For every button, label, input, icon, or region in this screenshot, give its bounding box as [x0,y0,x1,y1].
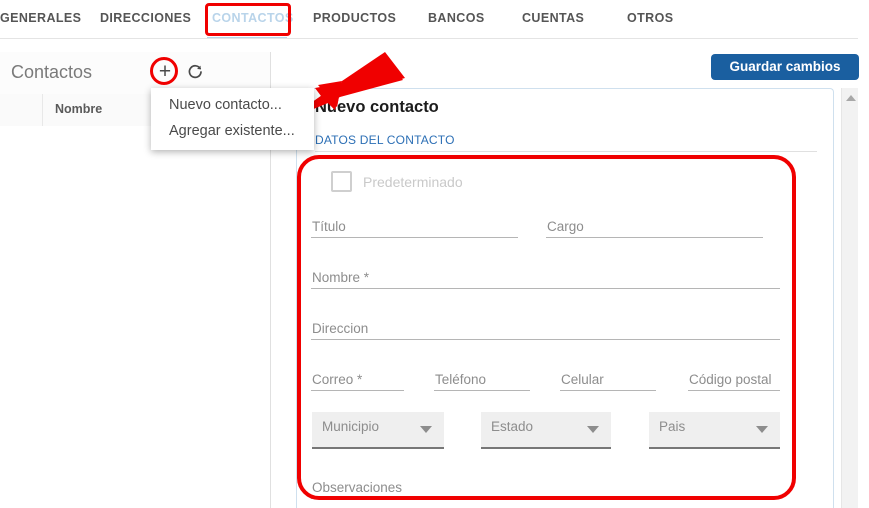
tab-productos[interactable]: PRODUCTOS [313,11,396,25]
codigo-postal-label: Código postal [689,372,772,387]
nombre-label: Nombre * [312,270,370,285]
refresh-icon[interactable] [186,63,204,81]
form-scrollbar[interactable] [841,88,859,508]
add-contact-dropdown-menu: Nuevo contacto... Agregar existente... [151,88,314,150]
table-column-select [0,94,43,126]
codigo-postal-field[interactable]: Código postal [688,359,780,391]
menu-item-agregar-existente[interactable]: Agregar existente... [151,118,314,144]
estado-value: Estado [491,419,534,434]
window-right-edge [858,0,869,508]
chevron-down-icon [756,426,768,433]
direccion-label: Direccion [312,321,369,336]
celular-field[interactable]: Celular [560,359,656,391]
nombre-field[interactable]: Nombre * [311,257,780,289]
contacts-list-title: Contactos [11,62,93,82]
triangle-up-icon[interactable] [846,95,856,101]
form-section-divider [315,151,817,152]
tab-direcciones[interactable]: DIRECCIONES [100,11,191,25]
top-tab-bar: GENERALES DIRECCIONES CONTACTOS PRODUCTO… [0,0,869,39]
pais-value: Pais [659,419,686,434]
form-section-title: DATOS DEL CONTACTO [315,133,455,147]
chevron-down-icon [420,426,432,433]
contacts-table-body [0,126,269,508]
cargo-field[interactable]: Cargo [546,206,763,238]
celular-label: Celular [561,372,604,387]
observaciones-field[interactable]: Observaciones [311,467,780,499]
telefono-label: Teléfono [435,372,487,387]
save-changes-button[interactable]: Guardar cambios [711,54,859,80]
municipio-value: Municipio [322,419,380,434]
municipio-select[interactable]: Municipio [312,412,444,449]
chevron-down-icon [587,426,599,433]
menu-item-nuevo-contacto[interactable]: Nuevo contacto... [151,92,314,118]
titulo-field[interactable]: Título [311,206,518,238]
correo-field[interactable]: Correo * [311,359,404,391]
tab-otros[interactable]: OTROS [627,11,673,25]
predeterminado-checkbox[interactable] [331,171,352,192]
predeterminado-label: Predeterminado [363,174,463,190]
titulo-label: Título [312,219,346,234]
tab-generales[interactable]: GENERALES [0,11,81,25]
direccion-field[interactable]: Direccion [311,308,780,340]
plus-icon[interactable]: + [155,61,175,82]
pais-select[interactable]: Pais [649,412,780,449]
tab-contactos[interactable]: CONTACTOS [212,11,294,25]
correo-label: Correo * [312,372,363,387]
tab-bar-divider [0,38,869,39]
table-column-nombre-label: Nombre [55,102,103,116]
form-title: Nuevo contacto [315,98,439,116]
tab-cuentas[interactable]: CUENTAS [522,11,584,25]
telefono-field[interactable]: Teléfono [434,359,530,391]
observaciones-label: Observaciones [312,480,403,495]
tab-bancos[interactable]: BANCOS [428,11,485,25]
cargo-label: Cargo [547,219,584,234]
estado-select[interactable]: Estado [481,412,611,449]
